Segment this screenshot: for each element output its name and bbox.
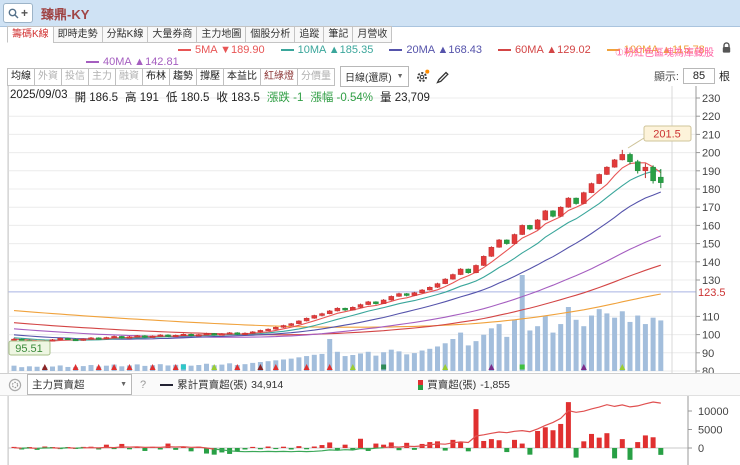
toolbar-button-0[interactable]: 均線 <box>7 67 35 86</box>
chevron-down-icon: ▼ <box>120 381 127 388</box>
svg-text:10000: 10000 <box>698 406 729 418</box>
ma-line-swatch <box>280 49 294 51</box>
tab-bar: 籌碼K線 即時走勢 分點K線 大量券商 主力地圖 個股分析 追蹤 筆記 月營收 <box>7 26 393 43</box>
toolbar-button-9[interactable]: 紅綠燈 <box>260 67 298 86</box>
pink-area-note: ①粉紅色區塊為庫藏股 <box>615 48 714 59</box>
settings-gear-icon[interactable] <box>415 69 430 84</box>
indicator-dropdown[interactable]: 主力買賣超 ▼ <box>27 374 132 395</box>
bar-swatch <box>418 379 424 390</box>
tab-1[interactable]: 即時走勢 <box>52 26 103 43</box>
display-unit: 根 <box>719 71 730 83</box>
tab-0[interactable]: 籌碼K線 <box>7 26 54 43</box>
svg-text:220: 220 <box>702 111 720 123</box>
indicator-toolbar: 均線 外資 投信 主力 融資 布林 趨勢 撐壓 本益比 紅綠燈 分價量 日線(還原) ▼ <box>7 66 450 87</box>
svg-text:0: 0 <box>698 443 704 455</box>
pencil-draw-icon[interactable] <box>435 70 450 84</box>
tab-3[interactable]: 大量券商 <box>147 26 198 43</box>
netbuy-sub-chart[interactable]: 10000 5000 0 <box>0 396 740 465</box>
tab-7[interactable]: 筆記 <box>323 26 354 43</box>
indicator-dropdown-value: 主力買賣超 <box>32 379 85 391</box>
period-value: 日線(還原) <box>345 73 392 84</box>
svg-text:201.5: 201.5 <box>653 129 681 141</box>
tab-2[interactable]: 分點K線 <box>101 26 149 43</box>
main-candlestick-chart[interactable]: 2025/09/03 開 186.5 高 191 低 180.5 收 183.5… <box>0 86 740 373</box>
toolbar-button-8[interactable]: 本益比 <box>223 67 261 86</box>
ma-line-swatch <box>178 49 191 51</box>
display-bars-control: 顯示: 根 <box>654 68 730 84</box>
svg-text:130: 130 <box>702 275 720 287</box>
date: 2025/09/03 <box>10 89 68 101</box>
ma-line-swatch <box>389 49 403 51</box>
svg-text:190: 190 <box>702 166 720 178</box>
price-plot[interactable]: 230 220 210 200 190 180 170 160 150 140 130 110 100 9… <box>0 86 740 373</box>
svg-text:170: 170 <box>702 202 720 214</box>
ma-legend-60ma: 60MA ▲129.02 <box>498 44 591 56</box>
svg-text:230: 230 <box>702 93 720 105</box>
ma-legend-10ma: 10MA ▲185.35 <box>280 44 373 56</box>
toolbar-button-2[interactable]: 投信 <box>61 67 89 86</box>
toolbar-button-1[interactable]: 外資 <box>34 67 62 86</box>
svg-text:90: 90 <box>702 348 714 360</box>
svg-text:160: 160 <box>702 220 720 232</box>
chevron-down-icon: ▼ <box>396 73 404 80</box>
svg-text:123.5: 123.5 <box>698 287 726 299</box>
toolbar-button-5[interactable]: 布林 <box>142 67 170 86</box>
add-stock-icon[interactable]: + <box>21 7 28 19</box>
toolbar-button-6[interactable]: 趨勢 <box>169 67 197 86</box>
stock-title: 臻鼎-KY <box>41 6 90 22</box>
toolbar-button-10[interactable]: 分價量 <box>297 67 335 86</box>
svg-text:210: 210 <box>702 129 720 141</box>
sub-chart-header: 主力買賣超 ▼ ? 累計買賣超(張) 34,914 買賣超(張) -1,855 <box>0 373 740 396</box>
svg-text:140: 140 <box>702 257 720 269</box>
svg-text:180: 180 <box>702 184 720 196</box>
period-dropdown[interactable]: 日線(還原) ▼ <box>340 66 409 87</box>
ma-legend-5ma: 5MA ▼189.90 <box>178 44 265 56</box>
toolbar-button-7[interactable]: 撐壓 <box>196 67 224 86</box>
magnifier-icon <box>8 8 19 19</box>
svg-text:95.51: 95.51 <box>15 343 43 355</box>
tab-4[interactable]: 主力地圖 <box>196 26 247 43</box>
stock-search-button[interactable]: + <box>3 3 34 23</box>
help-icon[interactable]: ? <box>140 379 146 391</box>
svg-text:5000: 5000 <box>698 425 722 437</box>
tab-5[interactable]: 個股分析 <box>245 26 296 43</box>
cumulative-line-legend: 累計買賣超(張) 34,914 <box>160 377 283 392</box>
toolbar-button-3[interactable]: 主力 <box>88 67 116 86</box>
ma-line-swatch <box>86 61 99 63</box>
display-label: 顯示: <box>653 71 679 83</box>
panel-settings-icon[interactable] <box>8 378 22 392</box>
ma-line-swatch <box>498 49 512 51</box>
title-bar: + 臻鼎-KY <box>0 0 740 27</box>
ohlc-readout: 2025/09/03 開 186.5 高 191 低 180.5 收 183.5… <box>10 89 430 104</box>
tab-8[interactable]: 月營收 <box>352 26 393 43</box>
netbuy-bar-legend: 買賣超(張) -1,855 <box>418 377 510 392</box>
ma-legend-20ma: 20MA ▲168.43 <box>389 44 482 56</box>
lock-icon[interactable] <box>721 42 732 54</box>
line-swatch <box>160 383 174 386</box>
svg-text:150: 150 <box>702 239 720 251</box>
svg-text:80: 80 <box>702 366 714 373</box>
tab-6[interactable]: 追蹤 <box>294 26 325 43</box>
svg-text:200: 200 <box>702 148 720 160</box>
toolbar-button-4[interactable]: 融資 <box>115 67 143 86</box>
svg-text:110: 110 <box>702 311 720 323</box>
stock-chart-app: + 臻鼎-KY 籌碼K線 即時走勢 分點K線 大量券商 主力地圖 個股分析 追蹤 筆記 月營收 … <box>0 0 740 465</box>
svg-text:100: 100 <box>702 330 720 342</box>
bars-count-input[interactable] <box>683 68 715 84</box>
